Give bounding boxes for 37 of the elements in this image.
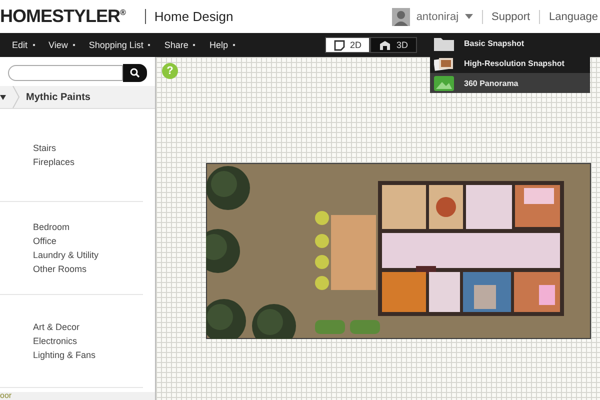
menu-item[interactable]: High-Resolution Snapshot	[430, 53, 590, 73]
menu-item[interactable]: 360 Panorama	[430, 73, 590, 93]
image-icon	[434, 76, 454, 90]
header-link[interactable]: Language	[549, 10, 598, 22]
footer-label: oor	[0, 392, 12, 400]
header-link[interactable]: Support	[492, 10, 530, 22]
caret-icon[interactable]	[0, 94, 6, 100]
note-icon	[334, 40, 345, 50]
menu-item[interactable]: Edit	[8, 40, 45, 50]
category-link[interactable]: Fireplaces	[33, 157, 143, 167]
house-icon	[379, 40, 392, 50]
search-field[interactable]	[8, 65, 123, 81]
menu-item[interactable]: Shopping List	[84, 40, 160, 50]
category-link[interactable]: Stairs	[33, 143, 143, 153]
menu-item[interactable]: Basic Snapshot	[430, 33, 590, 53]
folder-icon	[434, 36, 454, 50]
user-name[interactable]: antoniraj	[416, 10, 459, 22]
category-link[interactable]: Bedroom	[33, 222, 143, 232]
search-button[interactable]	[123, 64, 147, 82]
menu-item[interactable]: View	[44, 40, 85, 50]
menu-item[interactable]: Share	[160, 40, 206, 50]
chevron-icon	[12, 86, 20, 108]
logo: HOMESTYLER$^{®}$	[0, 6, 126, 27]
category-link[interactable]: Art & Decor	[33, 322, 143, 332]
breadcrumb-item[interactable]: Mythic Paints	[26, 92, 90, 102]
category-link[interactable]: Other Rooms	[33, 264, 143, 274]
view-tab[interactable]: 3D	[370, 37, 417, 53]
category-link[interactable]: Office	[33, 236, 143, 246]
search-icon	[130, 68, 140, 78]
photos-icon	[434, 56, 454, 70]
category-link[interactable]: Laundry & Utility	[33, 250, 143, 260]
category-link[interactable]: Electronics	[33, 336, 143, 346]
avatar-icon[interactable]	[392, 8, 410, 26]
view-tab[interactable]: 2D	[324, 37, 370, 53]
app-title: Home Design	[145, 9, 234, 24]
menu-item[interactable]: Help	[205, 40, 245, 50]
category-link[interactable]: Lighting & Fans	[33, 350, 143, 360]
